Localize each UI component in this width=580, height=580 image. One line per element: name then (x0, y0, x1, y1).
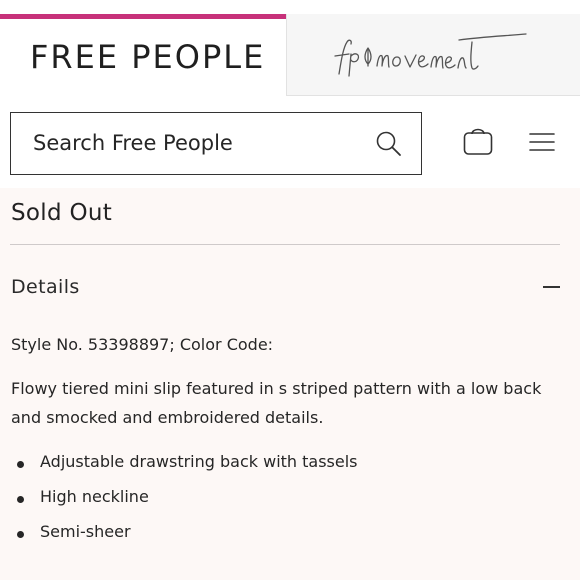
feature-text: High neckline (40, 487, 149, 506)
brand-tabs: FREE PEOPLE (0, 0, 580, 96)
product-info: Sold Out Details Style No. 53398897; Col… (0, 188, 580, 580)
collapse-minus-icon[interactable] (543, 286, 560, 288)
feature-text: Adjustable drawstring back with tassels (40, 452, 358, 471)
hamburger-menu-icon[interactable] (529, 132, 555, 152)
product-description: Flowy tiered mini slip featured in s str… (11, 379, 542, 427)
details-accordion-header[interactable]: Details (0, 268, 580, 308)
bullet-icon (17, 496, 24, 503)
availability-status: Sold Out (11, 200, 113, 226)
fp-movement-logo (334, 33, 527, 77)
style-number: Style No. 53398897; Color Code: (11, 335, 274, 354)
shopping-bag-icon[interactable] (462, 124, 494, 156)
tab-free-people[interactable]: FREE PEOPLE (0, 14, 286, 96)
search-box (10, 112, 422, 175)
section-divider (10, 244, 560, 245)
tab-fp-movement[interactable] (286, 14, 580, 96)
bullet-icon (17, 531, 24, 538)
feature-text: Semi-sheer (40, 522, 131, 541)
bullet-icon (17, 461, 24, 468)
free-people-wordmark: FREE PEOPLE (30, 38, 266, 76)
search-icon[interactable] (375, 130, 403, 158)
details-label: Details (11, 276, 80, 298)
search-input[interactable] (33, 113, 353, 173)
site-header (0, 96, 580, 188)
